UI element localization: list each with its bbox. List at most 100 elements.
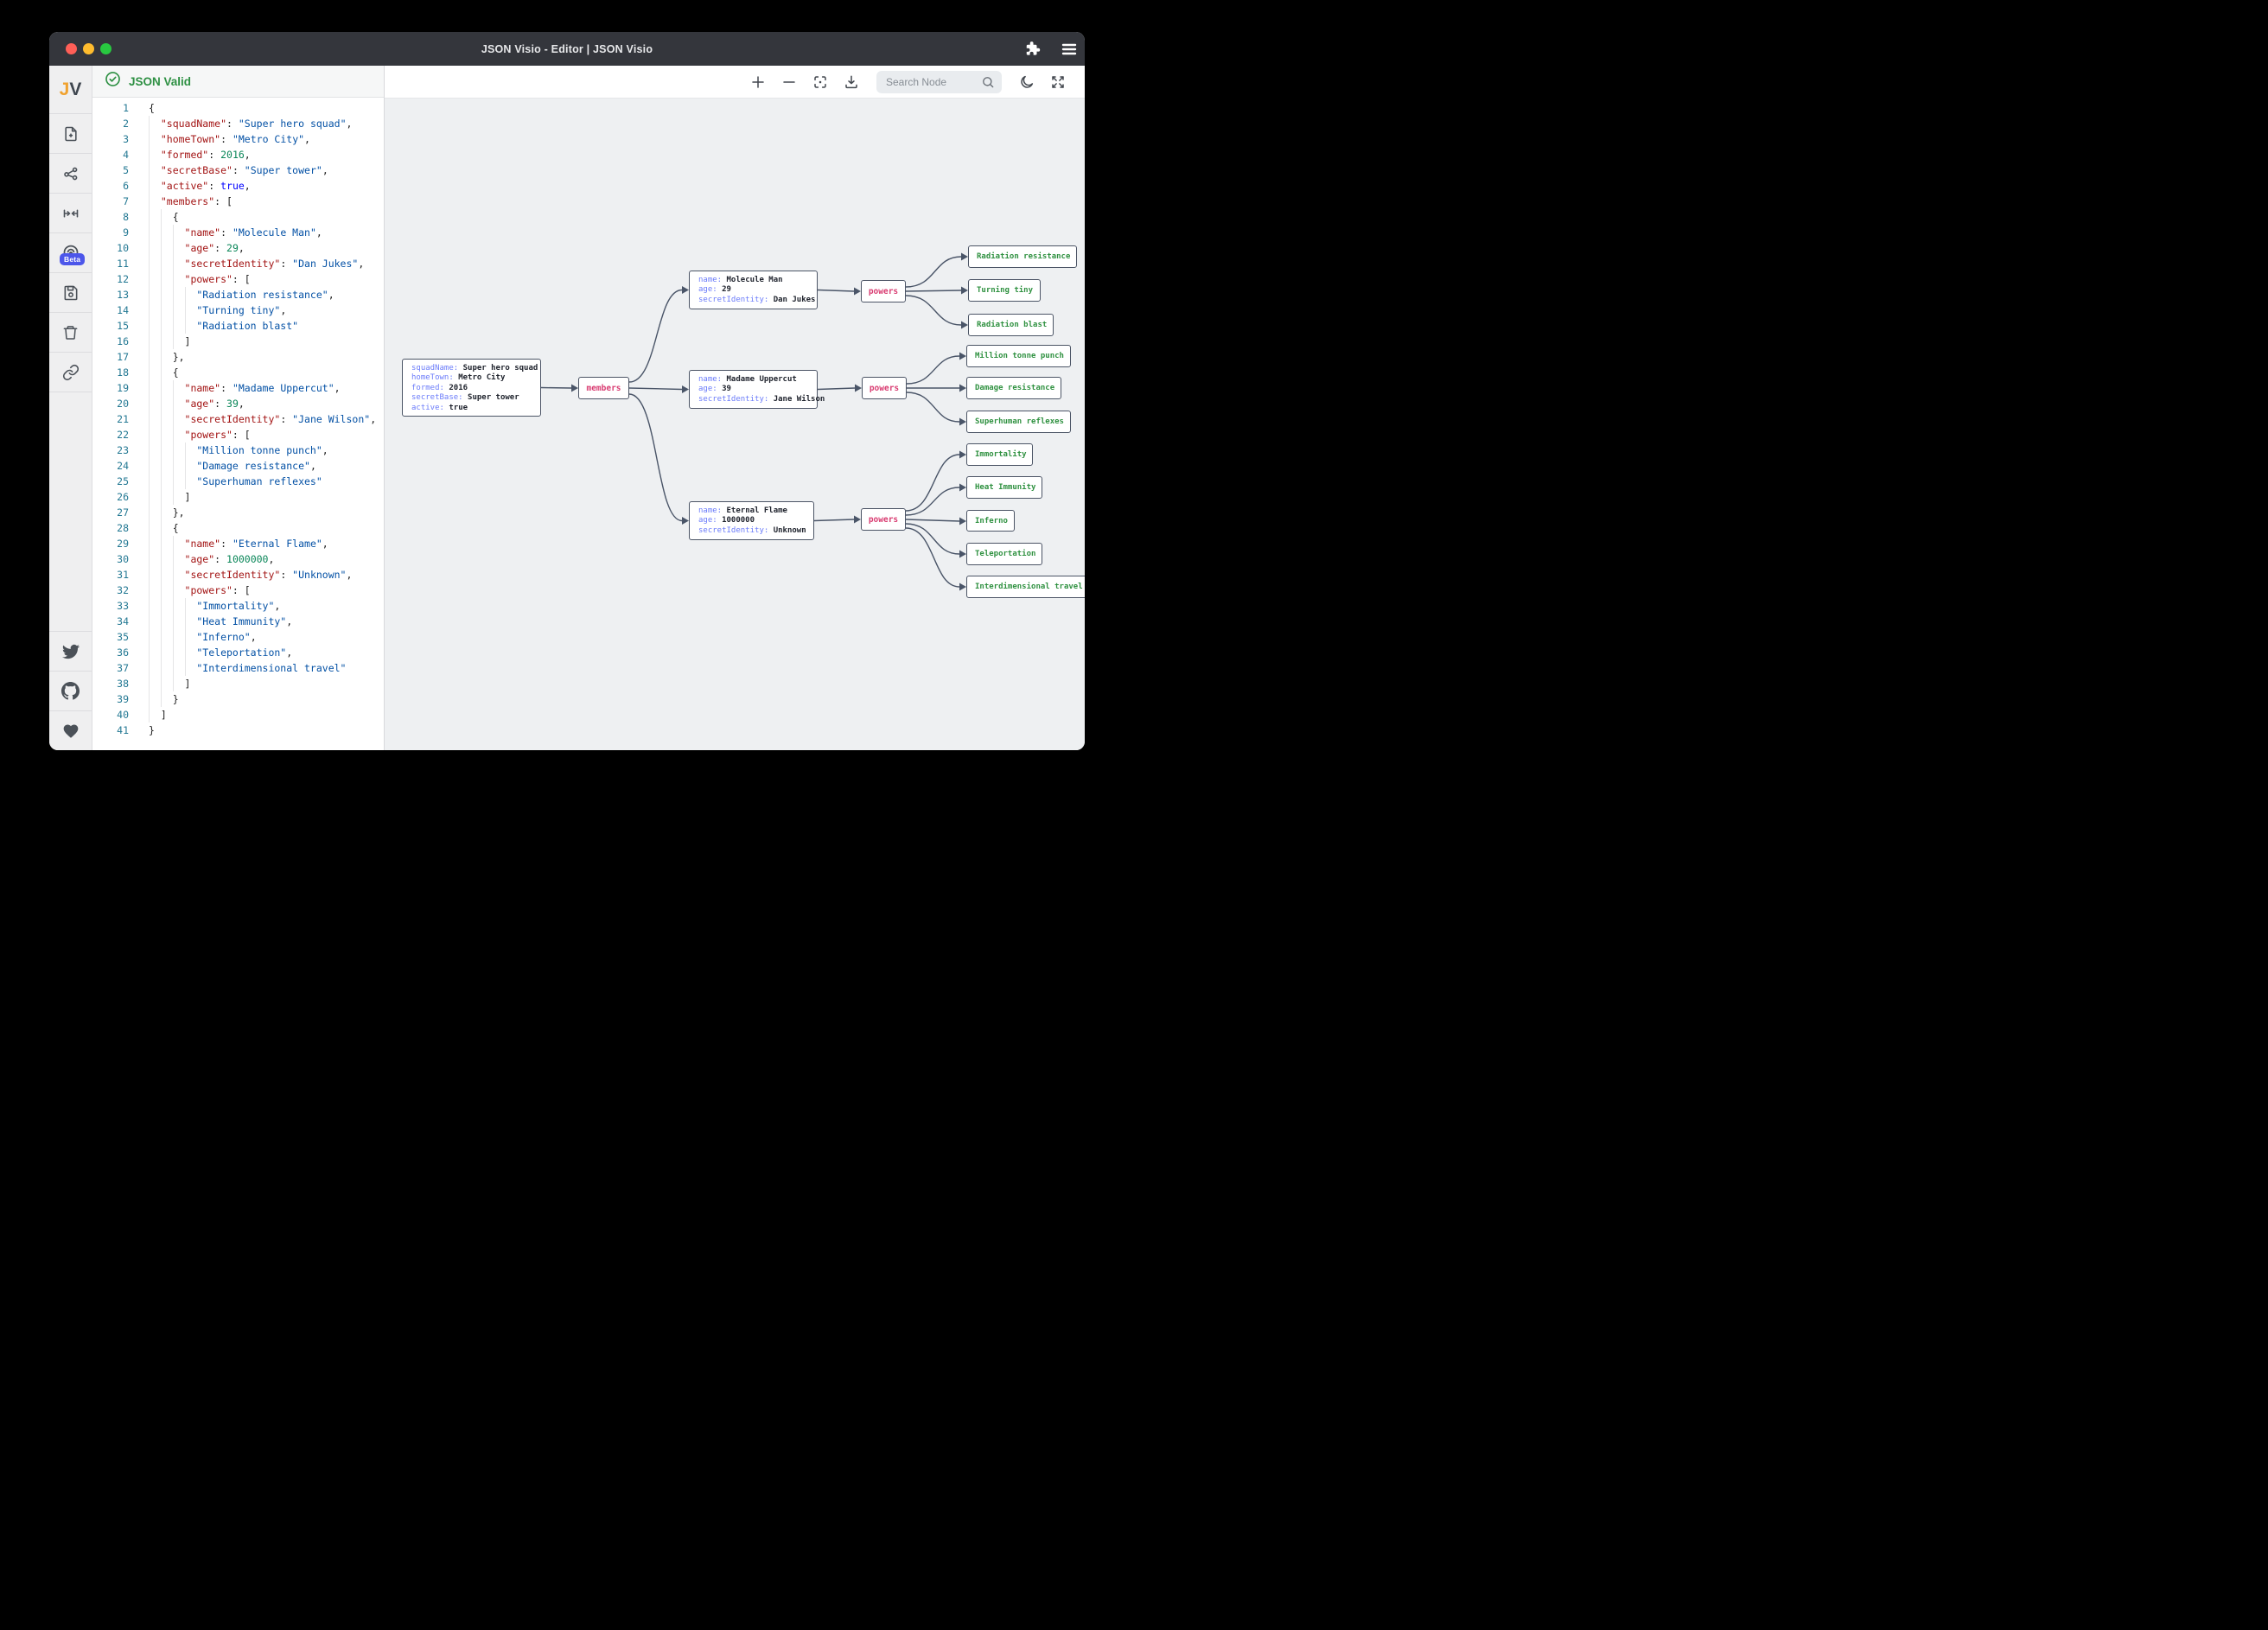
- graph-node-member-2[interactable]: name: Madame Uppercutage: 39secretIdenti…: [689, 370, 818, 409]
- graph-node-powers-2[interactable]: powers: [862, 377, 907, 399]
- graph-node-members[interactable]: members: [578, 377, 629, 399]
- dark-mode-button[interactable]: [1019, 74, 1035, 90]
- titlebar: JSON Visio - Editor | JSON Visio: [49, 32, 1085, 66]
- center-view-button[interactable]: [812, 74, 828, 90]
- sidebar-item-collapse[interactable]: [49, 194, 92, 233]
- code-line: 24 "Damage resistance",: [92, 458, 384, 474]
- graph-node-leaf-9[interactable]: Inferno: [966, 510, 1015, 532]
- line-number: 28: [92, 520, 129, 536]
- trash-icon: [62, 324, 79, 341]
- line-number: 38: [92, 676, 129, 691]
- twitter-icon: [62, 643, 80, 660]
- line-number: 22: [92, 427, 129, 443]
- code-content: "name": "Madame Uppercut",: [129, 380, 341, 396]
- extensions-icon[interactable]: [1024, 41, 1041, 57]
- graph-node-root[interactable]: squadName: Super hero squadhomeTown: Met…: [402, 359, 541, 417]
- code-content: "Radiation resistance",: [129, 287, 334, 302]
- code-line: 29 "name": "Eternal Flame",: [92, 536, 384, 551]
- code-content: "Radiation blast": [129, 318, 298, 334]
- sidebar-item-twitter[interactable]: [49, 631, 92, 671]
- code-line: 11 "secretIdentity": "Dan Jukes",: [92, 256, 384, 271]
- line-number: 12: [92, 271, 129, 287]
- graph-area: squadName: Super hero squadhomeTown: Met…: [385, 98, 1085, 750]
- graph-node-leaf-6[interactable]: Superhuman reflexes: [966, 411, 1071, 433]
- graph-node-leaf-10[interactable]: Teleportation: [966, 543, 1042, 565]
- graph-node-member-3[interactable]: name: Eternal Flameage: 1000000secretIde…: [689, 501, 814, 540]
- graph-node-leaf-3[interactable]: Radiation blast: [968, 314, 1054, 336]
- code-content: "formed": 2016,: [129, 147, 251, 162]
- github-icon: [61, 682, 80, 700]
- sidebar-item-delete[interactable]: [49, 313, 92, 353]
- zoom-in-button[interactable]: [750, 74, 766, 90]
- line-number: 5: [92, 162, 129, 178]
- sidebar-item-github[interactable]: [49, 671, 92, 710]
- code-line: 4 "formed": 2016,: [92, 147, 384, 162]
- graph-node-leaf-1[interactable]: Radiation resistance: [968, 245, 1077, 268]
- code-line: 22 "powers": [: [92, 427, 384, 443]
- line-number: 31: [92, 567, 129, 583]
- code-line: 36 "Teleportation",: [92, 645, 384, 660]
- sidebar-item-sponsor[interactable]: [49, 710, 92, 750]
- code-content: "Turning tiny",: [129, 302, 286, 318]
- line-number: 8: [92, 209, 129, 225]
- sidebar-item-save[interactable]: [49, 273, 92, 313]
- graph-node-leaf-2[interactable]: Turning tiny: [968, 279, 1041, 302]
- line-number: 2: [92, 116, 129, 131]
- graph-node-leaf-8[interactable]: Heat Immunity: [966, 476, 1042, 499]
- search-icon[interactable]: [981, 75, 995, 93]
- beta-badge: Beta: [60, 253, 85, 265]
- code-content: "homeTown": "Metro City",: [129, 131, 310, 147]
- app-logo[interactable]: JV: [49, 66, 92, 114]
- code-line: 37 "Interdimensional travel": [92, 660, 384, 676]
- graph-canvas[interactable]: squadName: Super hero squadhomeTown: Met…: [385, 66, 1085, 750]
- line-number: 37: [92, 660, 129, 676]
- node-row: age: 39: [698, 385, 808, 394]
- sidebar: JV Beta: [49, 66, 92, 750]
- code-content: "Inferno",: [129, 629, 257, 645]
- fullscreen-button[interactable]: [1050, 74, 1066, 90]
- node-row: homeTown: Metro City: [411, 373, 532, 383]
- sidebar-item-link[interactable]: [49, 353, 92, 392]
- line-number: 6: [92, 178, 129, 194]
- code-content: "secretIdentity": "Jane Wilson",: [129, 411, 376, 427]
- line-number: 41: [92, 723, 129, 738]
- line-number: 7: [92, 194, 129, 209]
- download-button[interactable]: [844, 74, 859, 90]
- code-line: 25 "Superhuman reflexes": [92, 474, 384, 489]
- code-line: 5 "secretBase": "Super tower",: [92, 162, 384, 178]
- code-line: 14 "Turning tiny",: [92, 302, 384, 318]
- code-content: "Teleportation",: [129, 645, 292, 660]
- node-row: name: Molecule Man: [698, 276, 808, 285]
- sidebar-item-live-transform[interactable]: Beta: [49, 233, 92, 273]
- graph-node-powers-3[interactable]: powers: [861, 508, 906, 531]
- graph-node-leaf-7[interactable]: Immortality: [966, 443, 1033, 466]
- sidebar-item-share-graph[interactable]: [49, 154, 92, 194]
- graph-node-leaf-5[interactable]: Damage resistance: [966, 377, 1061, 399]
- code-line: 33 "Immortality",: [92, 598, 384, 614]
- line-number: 9: [92, 225, 129, 240]
- graph-node-powers-1[interactable]: powers: [861, 280, 906, 302]
- node-row: secretIdentity: Unknown: [698, 526, 805, 536]
- code-line: 8 {: [92, 209, 384, 225]
- json-code-editor[interactable]: 1{2 "squadName": "Super hero squad",3 "h…: [92, 98, 384, 750]
- code-content: {: [129, 100, 155, 116]
- code-content: "age": 1000000,: [129, 551, 274, 567]
- code-content: }: [129, 691, 179, 707]
- code-content: "powers": [: [129, 583, 251, 598]
- line-number: 36: [92, 645, 129, 660]
- node-row: formed: 2016: [411, 384, 532, 393]
- menu-icon[interactable]: [1061, 42, 1077, 56]
- node-row: name: Madame Uppercut: [698, 375, 808, 385]
- sidebar-item-new-document[interactable]: [49, 114, 92, 154]
- code-line: 18 {: [92, 365, 384, 380]
- code-line: 31 "secretIdentity": "Unknown",: [92, 567, 384, 583]
- graph-node-leaf-11[interactable]: Interdimensional travel: [966, 576, 1085, 598]
- graph-node-leaf-4[interactable]: Million tonne punch: [966, 345, 1071, 367]
- zoom-out-button[interactable]: [781, 74, 797, 90]
- window-title: JSON Visio - Editor | JSON Visio: [49, 43, 1085, 55]
- code-content: }: [129, 723, 155, 738]
- save-icon: [62, 284, 80, 302]
- code-content: "Interdimensional travel": [129, 660, 346, 676]
- code-line: 35 "Inferno",: [92, 629, 384, 645]
- graph-node-member-1[interactable]: name: Molecule Manage: 29secretIdentity:…: [689, 271, 818, 309]
